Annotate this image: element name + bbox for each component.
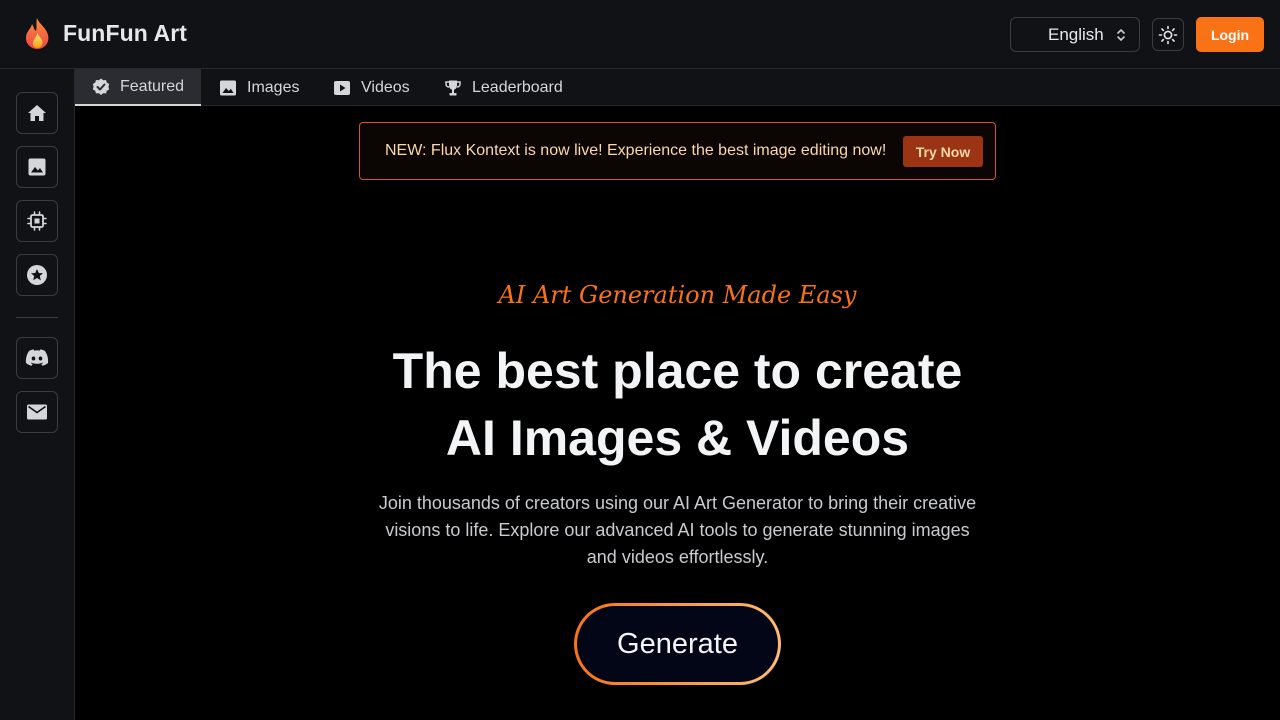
chevron-up-down-icon bbox=[1117, 29, 1125, 41]
announcement-text: NEW: Flux Kontext is now live! Experienc… bbox=[385, 142, 887, 159]
video-icon bbox=[334, 80, 350, 95]
chip-icon bbox=[27, 211, 47, 231]
image-icon bbox=[28, 158, 46, 176]
sidebar-divider bbox=[16, 317, 58, 318]
announcement-banner: NEW: Flux Kontext is now live! Experienc… bbox=[359, 122, 996, 180]
tab-label: Featured bbox=[120, 77, 185, 95]
image-icon bbox=[220, 80, 236, 95]
home-icon bbox=[28, 105, 46, 121]
theme-toggle-button[interactable] bbox=[1152, 18, 1184, 51]
star-icon bbox=[27, 265, 47, 285]
tab-label: Videos bbox=[361, 78, 410, 96]
sidebar-item-images[interactable] bbox=[16, 146, 58, 188]
discord-icon bbox=[25, 349, 49, 366]
generate-button[interactable]: Generate bbox=[574, 603, 781, 685]
sidebar bbox=[0, 69, 75, 720]
brand[interactable]: FunFun Art bbox=[24, 17, 187, 50]
hero-title-line2: AI Images & Videos bbox=[445, 410, 910, 466]
sidebar-item-models[interactable] bbox=[16, 200, 58, 242]
verified-badge-icon bbox=[92, 78, 110, 95]
try-now-button[interactable]: Try Now bbox=[903, 136, 983, 167]
tab-images[interactable]: Images bbox=[202, 69, 316, 106]
tab-label: Leaderboard bbox=[472, 78, 563, 96]
sun-icon bbox=[1158, 25, 1178, 44]
tab-label: Images bbox=[247, 78, 300, 96]
tab-videos[interactable]: Videos bbox=[316, 69, 427, 106]
trophy-icon bbox=[445, 80, 461, 95]
sidebar-item-discord[interactable] bbox=[16, 337, 58, 379]
language-select[interactable]: English bbox=[1010, 17, 1140, 52]
hero-title: The best place to create AI Images & Vid… bbox=[75, 338, 1280, 472]
category-tabs: Featured Images Videos Leaderboard bbox=[75, 69, 1280, 106]
language-label: English bbox=[1048, 25, 1104, 44]
top-header: FunFun Art English Login bbox=[0, 0, 1280, 69]
hero-tagline: AI Art Generation Made Easy bbox=[498, 281, 857, 309]
login-button[interactable]: Login bbox=[1196, 17, 1264, 52]
sidebar-item-favorites[interactable] bbox=[16, 254, 58, 296]
hero-description: Join thousands of creators using our AI … bbox=[378, 493, 977, 567]
flame-logo-icon bbox=[25, 18, 49, 49]
generate-button-label: Generate bbox=[577, 606, 778, 682]
mail-icon bbox=[27, 404, 47, 420]
hero-title-line1: The best place to create bbox=[392, 343, 963, 399]
tab-featured[interactable]: Featured bbox=[75, 69, 202, 106]
sidebar-item-home[interactable] bbox=[16, 92, 58, 134]
brand-name: FunFun Art bbox=[63, 20, 188, 46]
sidebar-item-mail[interactable] bbox=[16, 391, 58, 433]
tab-leaderboard[interactable]: Leaderboard bbox=[427, 69, 580, 106]
